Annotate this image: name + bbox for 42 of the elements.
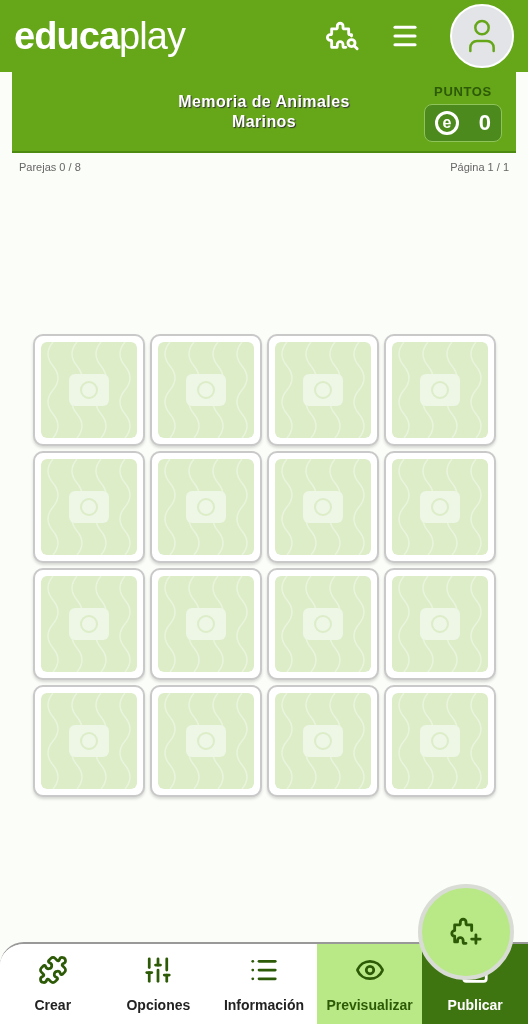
card-pattern-icon [157, 458, 254, 555]
memory-card[interactable] [32, 684, 145, 797]
memory-card[interactable] [32, 567, 145, 680]
memory-card[interactable] [266, 567, 379, 680]
card-pattern-icon [157, 692, 254, 789]
puzzle-icon [37, 955, 68, 985]
memory-card[interactable] [383, 567, 496, 680]
page-counter: Página 1 / 1 [450, 160, 509, 175]
card-pattern-icon [391, 341, 488, 438]
memory-card[interactable] [149, 450, 262, 563]
card-pattern-icon [391, 692, 488, 789]
puzzle-search-icon[interactable] [326, 19, 360, 53]
card-pattern-icon [274, 458, 371, 555]
memory-card[interactable] [32, 450, 145, 563]
card-pattern-icon [274, 341, 371, 438]
memory-card[interactable] [149, 567, 262, 680]
card-pattern-icon [157, 575, 254, 672]
card-pattern-icon [391, 458, 488, 555]
card-pattern-icon [40, 575, 137, 672]
card-pattern-icon [391, 575, 488, 672]
avatar[interactable] [450, 4, 514, 68]
card-pattern-icon [274, 692, 371, 789]
memory-card[interactable] [149, 333, 262, 446]
memory-card[interactable] [149, 684, 262, 797]
memory-card[interactable] [266, 333, 379, 446]
memory-card[interactable] [266, 450, 379, 563]
memory-card[interactable] [266, 684, 379, 797]
coin-icon: e [434, 110, 459, 135]
nav-tab[interactable]: Previsualizar [316, 944, 423, 1024]
card-pattern-icon [40, 458, 137, 555]
card-pattern-icon [157, 341, 254, 438]
points-value: 0 [478, 109, 492, 137]
card-pattern-icon [40, 692, 137, 789]
pairs-counter: Parejas 0 / 8 [19, 160, 81, 175]
memory-card[interactable] [383, 333, 496, 446]
memory-card[interactable] [32, 333, 145, 446]
memory-card[interactable] [383, 684, 496, 797]
points-label: PUNTOS [434, 83, 492, 101]
card-pattern-icon [40, 341, 137, 438]
game-title: Memoria de Animales Marinos [177, 91, 351, 132]
memory-card[interactable] [383, 450, 496, 563]
card-pattern-icon [274, 575, 371, 672]
